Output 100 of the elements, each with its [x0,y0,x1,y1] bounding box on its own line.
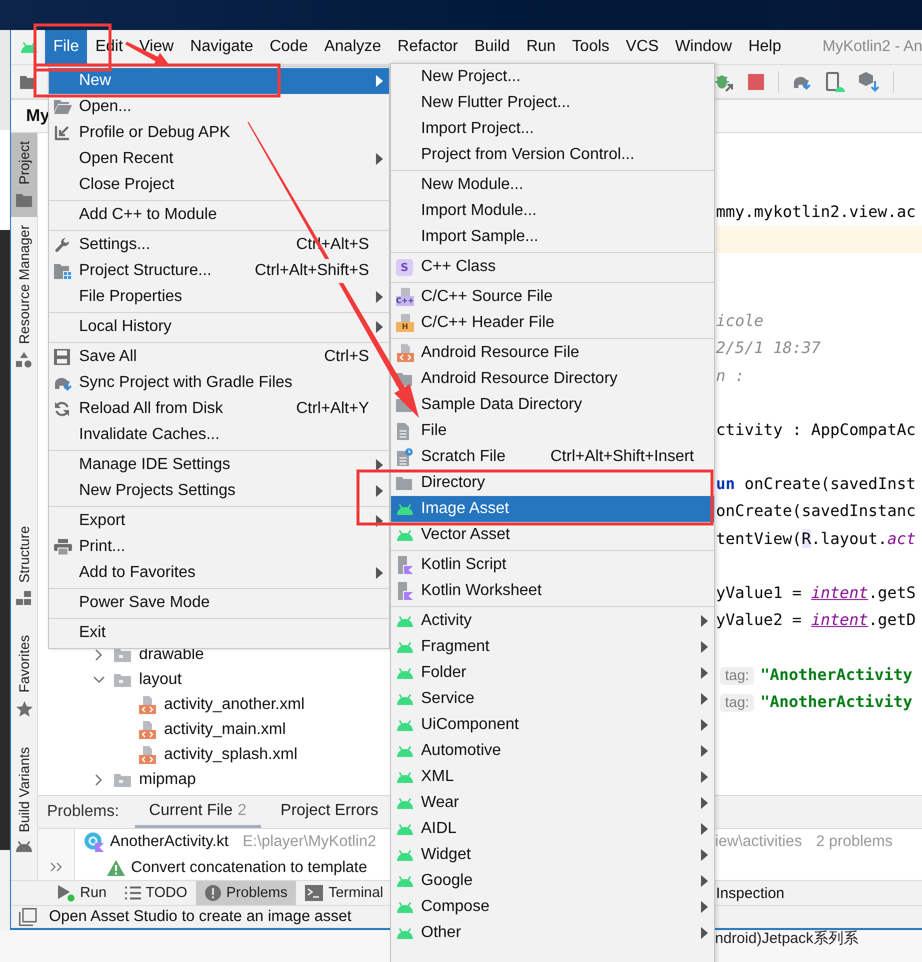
menubar-item[interactable]: Tools [564,30,618,64]
menu-item[interactable]: Android Resource File [391,340,714,366]
menu-item[interactable]: Automotive [391,738,714,764]
tool-window-button[interactable]: Run [48,881,116,905]
menu-item[interactable]: Reload All from Disk Ctrl+Alt+Y [49,396,389,422]
panel-tab[interactable]: Current File 2 [135,796,261,828]
menu-item[interactable]: New Projects Settings [49,478,389,504]
menu-item[interactable]: Service [391,686,714,712]
menu-item[interactable]: Project from Version Control... [391,142,714,168]
tool-window-button[interactable]: Problems [196,881,296,905]
robot-head-icon [396,823,414,835]
menubar-item[interactable]: Help [740,30,790,64]
menu-item[interactable]: New Flutter Project... [391,90,714,116]
tree-item[interactable]: activity_main.xml [38,717,390,742]
menu-item[interactable]: Local History [49,314,389,340]
menubar-item[interactable]: Refactor [389,30,466,64]
menu-item[interactable]: Scratch File Ctrl+Alt+Shift+Insert [391,444,714,470]
file-icon [396,422,410,440]
tool-window-button[interactable]: Inspection [716,884,784,902]
menubar-item[interactable]: VCS [618,30,667,64]
phone-icon [825,72,845,92]
menu-item[interactable]: XML [391,764,714,790]
menu-item[interactable]: Kotlin Script [391,552,714,578]
menu-item[interactable]: Manage IDE Settings [49,452,389,478]
menubar-item[interactable]: View [131,30,182,64]
menu-item[interactable]: AIDL [391,816,714,842]
file-path: E:\player\MyKotlin2 [242,833,376,851]
menubar-item[interactable]: Window [666,30,740,64]
printer-icon [54,539,72,555]
warning-icon [107,860,125,876]
tool-window-tab[interactable]: Structure [11,518,37,616]
file-name[interactable]: AnotherActivity.kt [110,833,229,851]
menu-item[interactable]: Import Module... [391,198,714,224]
menu-item[interactable]: Google [391,868,714,894]
menu-item[interactable]: Directory [391,470,714,496]
menu-item[interactable]: Invalidate Caches... [49,422,389,448]
menu-item[interactable]: S C++ Class [391,254,714,280]
menu-item[interactable]: Vector Asset [391,522,714,548]
menu-item[interactable]: Close Project [49,172,389,198]
menu-item[interactable]: Kotlin Worksheet [391,578,714,604]
tree-item[interactable]: mipmap [38,767,390,792]
error-icon [205,885,222,901]
menu-item[interactable]: Project Structure... Ctrl+Alt+Shift+S [49,258,389,284]
menu-item[interactable]: New [49,68,389,94]
menu-item[interactable]: Open... [49,94,389,120]
tool-window-tab[interactable]: Project [11,133,37,217]
menu-item[interactable]: Activity [391,608,714,634]
code-line: tag: "AnotherActivity [716,688,922,715]
shortcut-text: Ctrl+Alt+Y [295,400,369,418]
menu-item[interactable]: Import Sample... [391,224,714,250]
menu-item[interactable]: Export [49,508,389,534]
window-title: MyKotlin2 - An [822,38,922,56]
problem-count: 2 problems [816,833,893,851]
robot-head-icon [396,667,414,679]
code-line: yValue1 = intent.getS [716,582,917,604]
menu-item[interactable]: Sync Project with Gradle Files [49,370,389,396]
menu-item[interactable]: Widget [391,842,714,868]
tree-item[interactable]: activity_another.xml [38,692,390,717]
menu-item[interactable]: New Module... [391,172,714,198]
tree-item[interactable]: activity_splash.xml [38,742,390,767]
menu-item[interactable]: Folder [391,660,714,686]
menu-item[interactable]: Save All Ctrl+S [49,344,389,370]
menu-item[interactable]: Add C++ to Module [49,202,389,228]
menu-item[interactable]: Print... [49,534,389,560]
menu-item[interactable]: File Properties [49,284,389,310]
menubar-item[interactable]: Code [261,30,316,64]
code-line: n : [716,364,746,386]
menubar-item[interactable]: Analyze [316,30,390,64]
menubar-item[interactable]: Run [518,30,564,64]
menu-item[interactable]: Import Project... [391,116,714,142]
star-icon [16,700,32,717]
tree-item[interactable]: layout [38,667,390,692]
menu-item[interactable]: Fragment [391,634,714,660]
menubar-item[interactable]: File [45,30,88,64]
menu-item[interactable]: Image Asset [391,496,714,522]
menu-item[interactable]: Add to Favorites [49,560,389,586]
tool-window-tab[interactable]: Favorites [11,627,37,727]
menu-item[interactable]: Power Save Mode [49,590,389,616]
menu-item[interactable]: Wear [391,790,714,816]
menu-item[interactable]: Other [391,920,714,946]
tool-window-tab[interactable]: Build Variants [11,738,37,862]
menubar-item[interactable]: Navigate [182,30,262,64]
menu-item[interactable]: UiComponent [391,712,714,738]
robot-head-icon [396,797,414,809]
tool-window-tab[interactable]: Resource Manager [11,216,37,378]
robot-head-icon [396,927,414,939]
menu-item[interactable]: Compose [391,894,714,920]
terminal-icon [305,885,324,901]
menu-item[interactable]: Profile or Debug APK [49,120,389,146]
folder-icon [114,772,131,786]
menu-item[interactable]: New Project... [391,64,714,90]
menubar-item[interactable]: Build [466,30,518,64]
menu-item[interactable]: File [391,418,714,444]
menu-item[interactable]: Open Recent [49,146,389,172]
status-text: Open Asset Studio to create an image asset [49,908,352,926]
tool-window-button[interactable]: TODO [116,881,196,905]
tool-window-button[interactable]: Terminal [296,881,392,905]
panel-tab[interactable]: Project Errors [266,796,392,828]
robot-head-icon [396,503,414,515]
problem-text[interactable]: Convert concatenation to template [131,858,368,876]
